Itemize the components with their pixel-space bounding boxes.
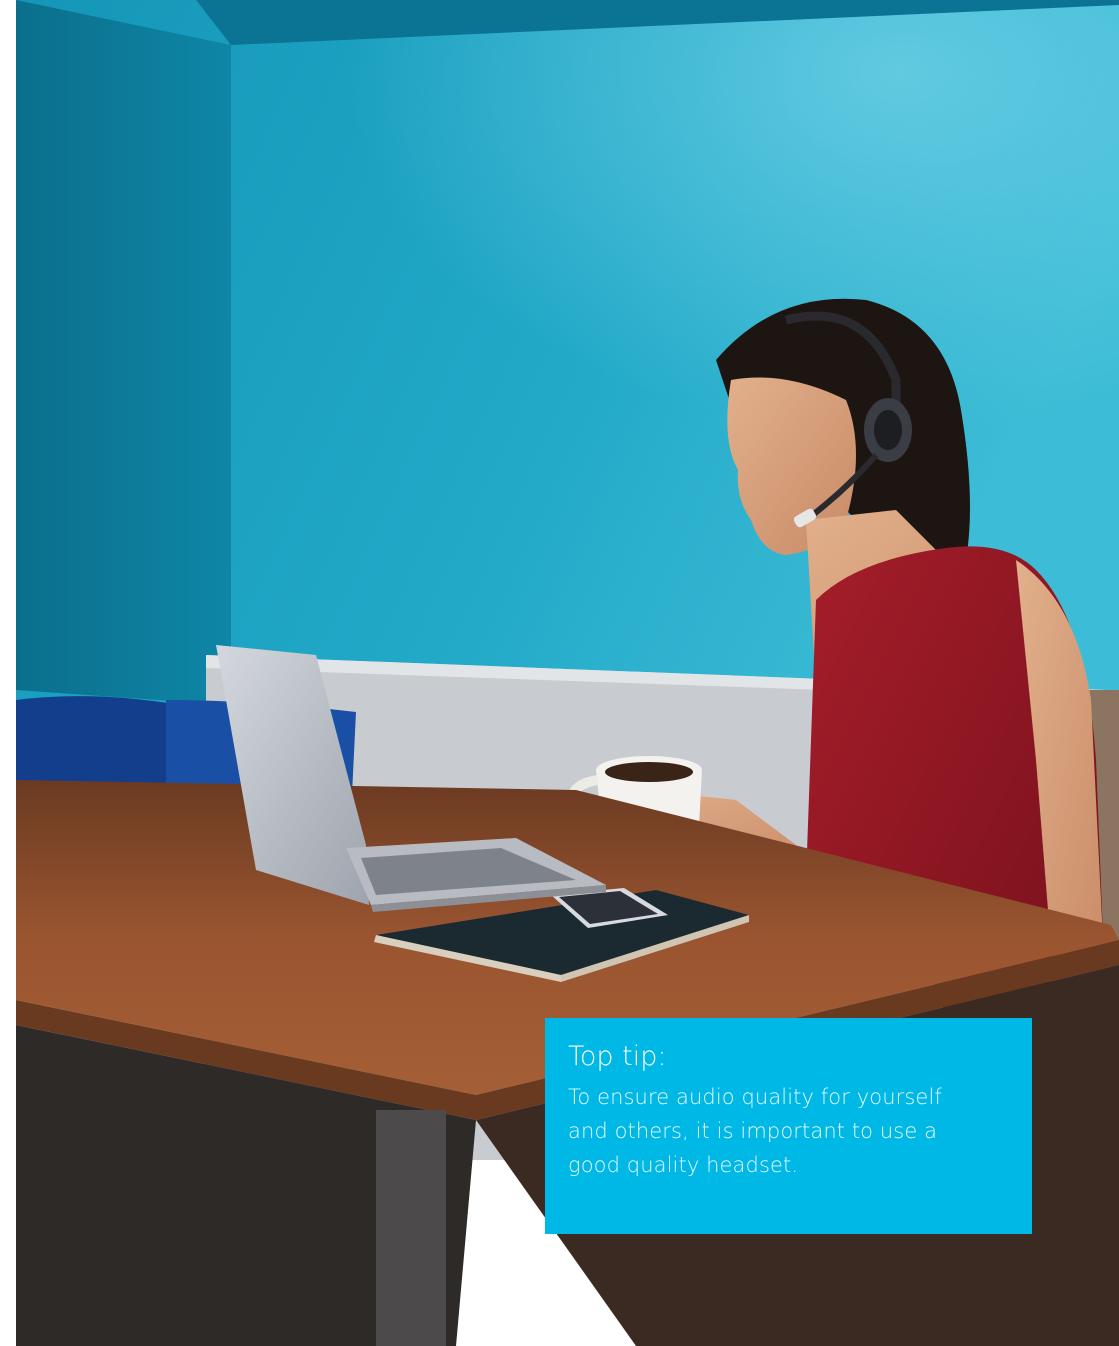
tip-body-line: and others, it is important to use a bbox=[568, 1119, 938, 1143]
tip-body-line: To ensure audio quality for yourself bbox=[568, 1085, 942, 1109]
tip-title: Top tip: bbox=[568, 1041, 667, 1072]
tip-body: To ensure audio quality for yourself and… bbox=[568, 1080, 1010, 1182]
tip-body-line: good quality headset. bbox=[568, 1153, 799, 1177]
top-tip-card: Top tip: To ensure audio quality for you… bbox=[545, 1018, 1032, 1234]
